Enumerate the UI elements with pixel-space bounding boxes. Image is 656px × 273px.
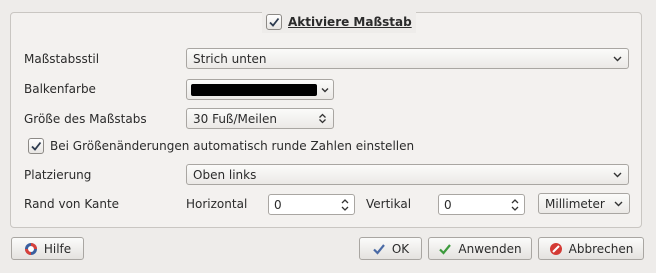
checkmark-icon xyxy=(373,243,385,255)
size-label: Größe des Maßstabs xyxy=(24,112,147,126)
enable-scalebar-toggle[interactable]: Aktiviere Maßstab xyxy=(262,11,416,33)
color-swatch xyxy=(191,84,317,96)
cancel-button[interactable]: Abbrechen xyxy=(538,237,644,260)
chevron-down-icon xyxy=(614,201,623,207)
color-label: Balkenfarbe xyxy=(24,82,96,96)
chevron-down-icon xyxy=(613,172,622,178)
help-label: Hilfe xyxy=(43,241,72,256)
checkmark-icon xyxy=(269,17,280,27)
enable-label: Aktiviere Maßstab xyxy=(288,15,412,29)
size-value: 30 Fuß/Meilen xyxy=(193,111,277,126)
spin-arrows-icon[interactable] xyxy=(510,197,520,213)
size-combobox[interactable]: 30 Fuß/Meilen xyxy=(186,108,334,129)
bar-color-button[interactable] xyxy=(186,79,334,100)
ok-label: OK xyxy=(391,241,410,256)
apply-label: Anwenden xyxy=(458,241,522,256)
horizontal-label: Horizontal xyxy=(186,197,248,211)
help-lifebuoy-icon xyxy=(24,242,37,255)
vertical-label: Vertikal xyxy=(366,197,412,211)
round-numbers-label: Bei Größenänderungen automatisch runde Z… xyxy=(50,139,415,153)
vertical-spinbox[interactable]: 0 xyxy=(438,194,525,215)
horizontal-spinbox[interactable]: 0 xyxy=(268,194,355,215)
chevron-down-icon xyxy=(321,88,329,93)
round-numbers-option[interactable]: Bei Größenänderungen automatisch runde Z… xyxy=(28,138,414,154)
horizontal-value: 0 xyxy=(274,197,282,212)
round-numbers-checkbox[interactable] xyxy=(28,138,44,154)
placement-label: Platzierung xyxy=(24,168,92,182)
margin-label: Rand von Kante xyxy=(24,197,120,211)
placement-value: Oben links xyxy=(193,167,257,182)
vertical-value: 0 xyxy=(444,197,452,212)
green-checkmark-icon xyxy=(439,243,452,255)
unit-combobox[interactable]: Millimeter xyxy=(538,193,630,214)
placement-combobox[interactable]: Oben links xyxy=(186,164,629,185)
help-button[interactable]: Hilfe xyxy=(11,237,84,260)
cancel-icon xyxy=(549,242,562,255)
style-label: Maßstabsstil xyxy=(24,52,100,66)
apply-button[interactable]: Anwenden xyxy=(428,237,532,260)
enable-checkbox[interactable] xyxy=(266,14,282,30)
style-combobox[interactable]: Strich unten xyxy=(186,48,629,69)
style-value: Strich unten xyxy=(193,51,267,66)
spin-arrows-icon[interactable] xyxy=(340,197,350,213)
cancel-label: Abbrechen xyxy=(568,241,634,256)
updown-icon xyxy=(319,113,326,124)
checkmark-icon xyxy=(31,141,42,151)
chevron-down-icon xyxy=(613,56,622,62)
unit-value: Millimeter xyxy=(545,196,605,211)
ok-button[interactable]: OK xyxy=(359,237,422,260)
